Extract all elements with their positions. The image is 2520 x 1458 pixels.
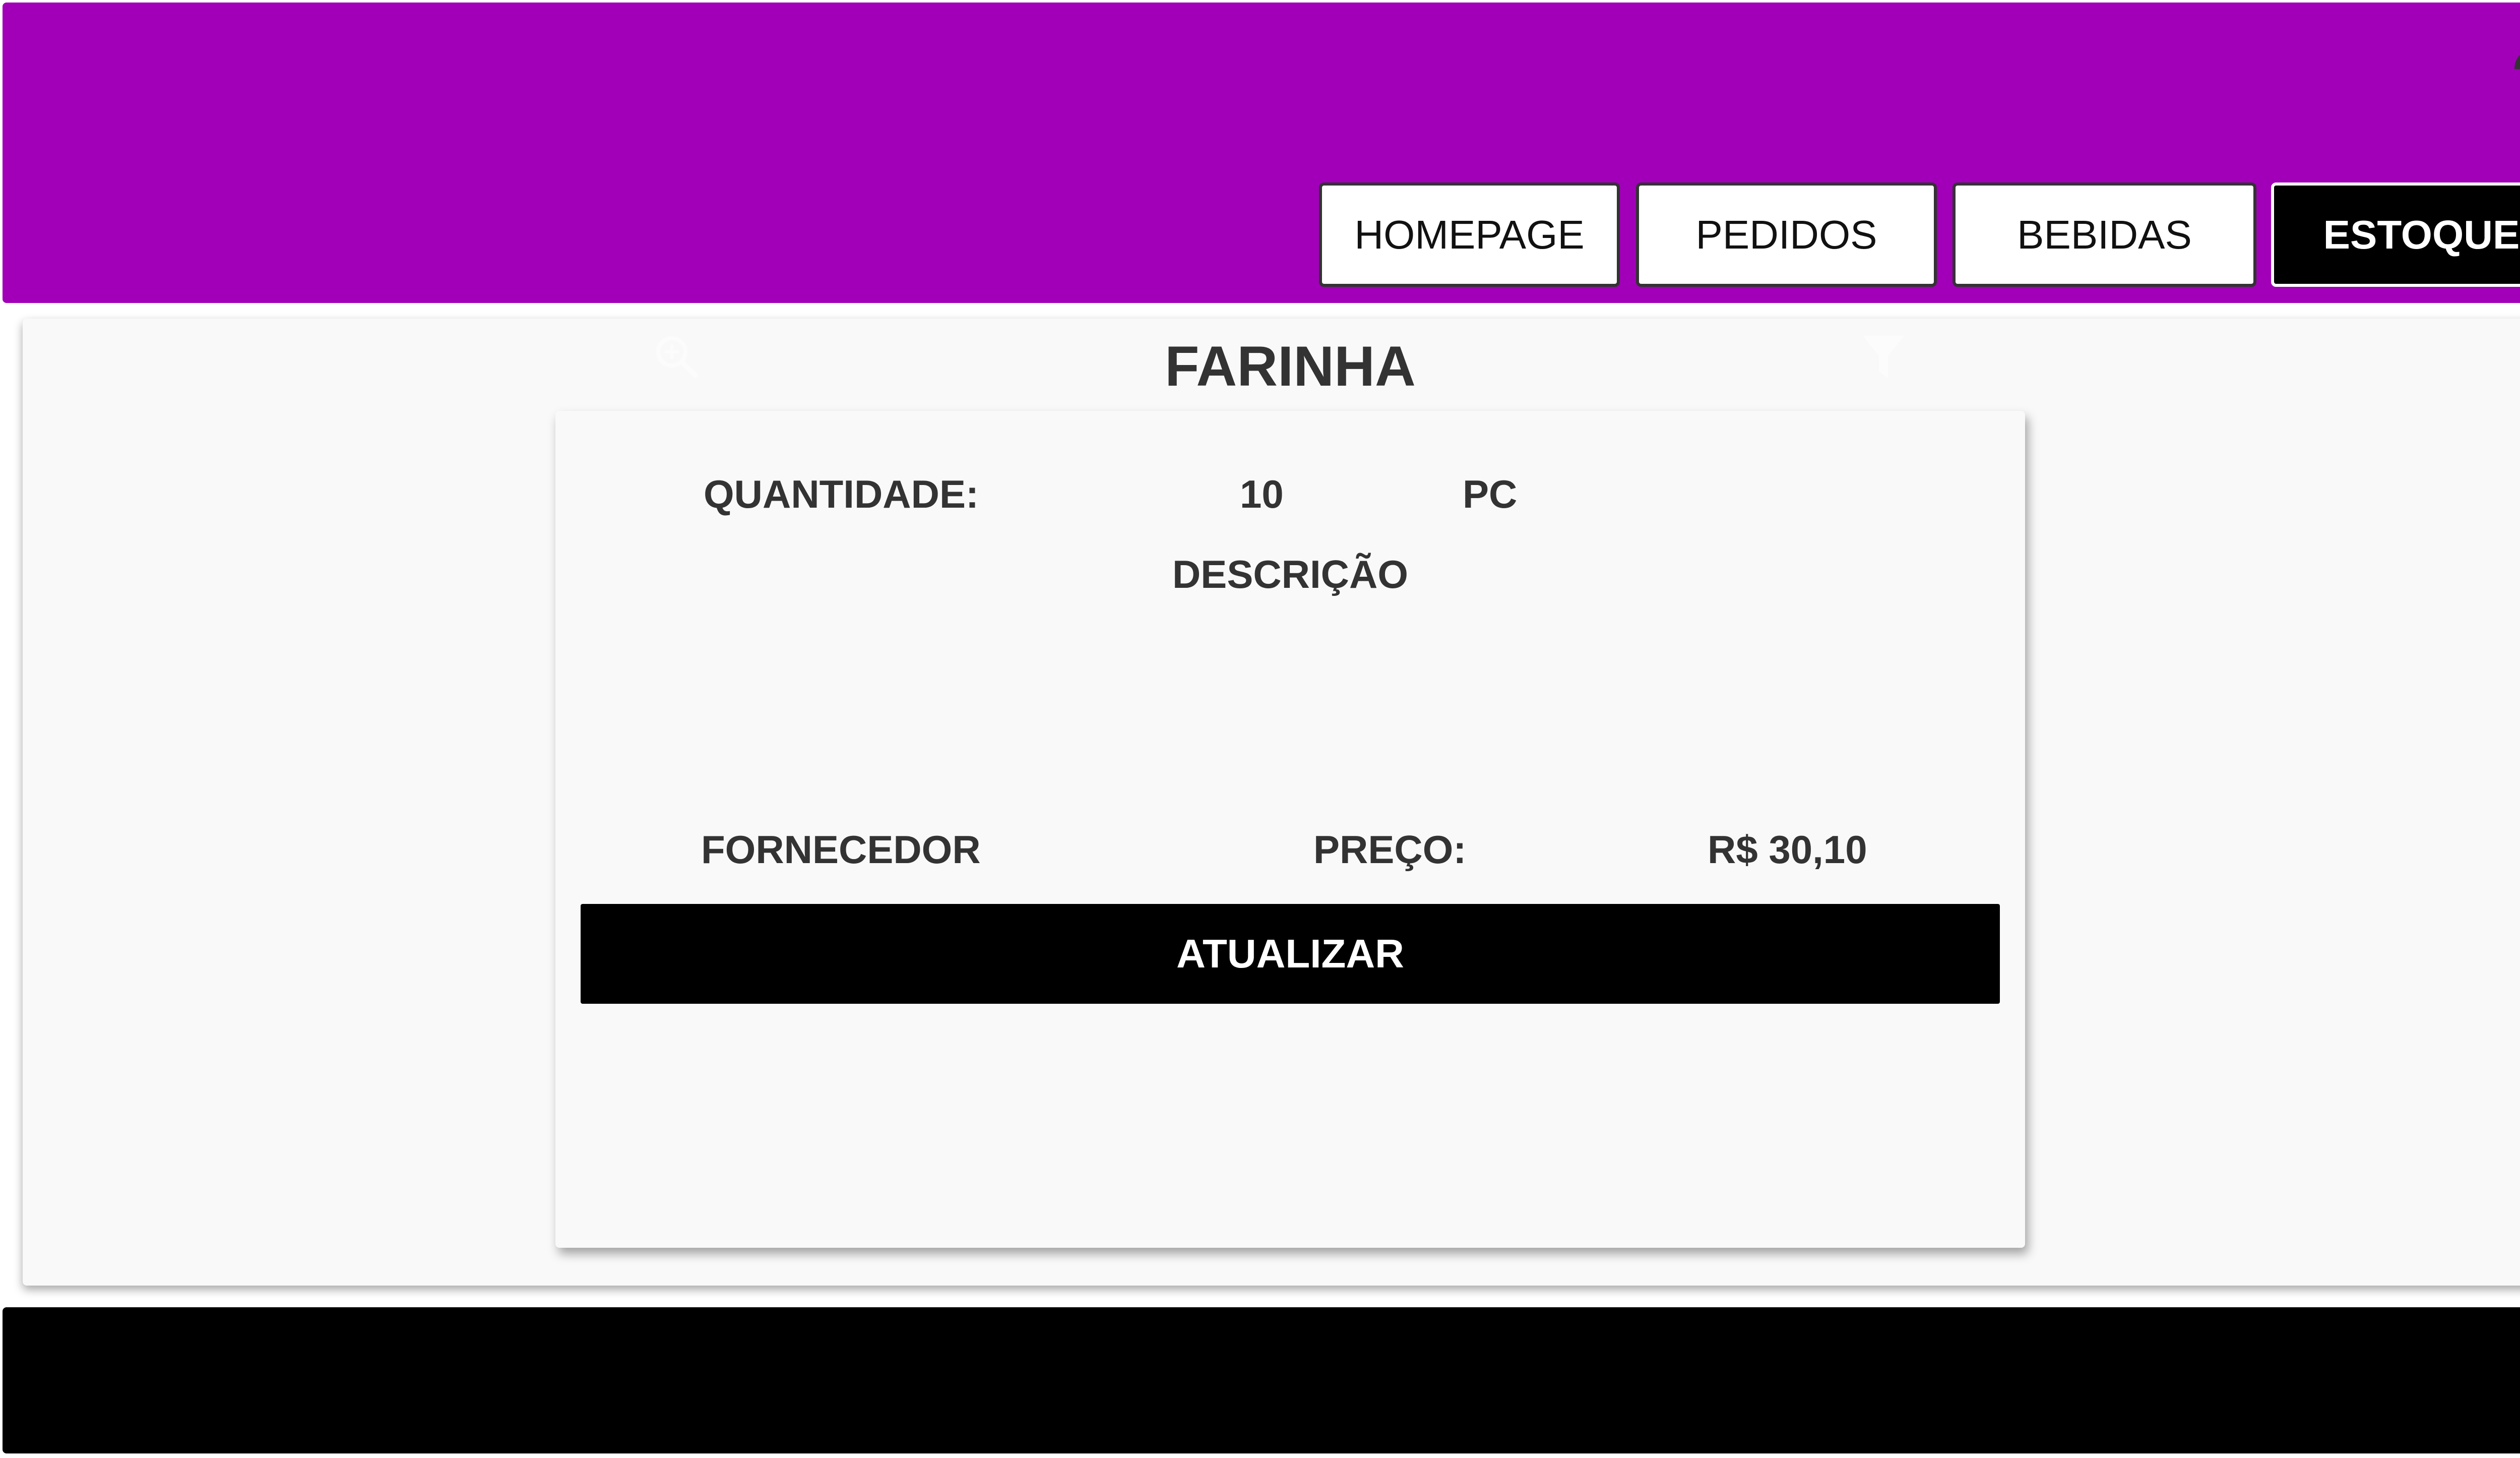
nav-pedidos-button[interactable]: PEDIDOS	[1636, 183, 1937, 287]
user-menu-icon[interactable]	[2512, 18, 2520, 81]
page-title: FARINHA	[1165, 335, 1416, 398]
quantity-value: 10	[1240, 472, 1284, 516]
nav-estoque-button[interactable]: ESTOQUE	[2271, 183, 2520, 287]
nav-bebidas-button[interactable]: BEBIDAS	[1952, 183, 2256, 287]
update-button[interactable]: ATUALIZAR	[581, 904, 2000, 1004]
nav-homepage-button[interactable]: HOMEPAGE	[1319, 183, 1620, 287]
footer-bar	[3, 1307, 2520, 1453]
quantity-unit: PC	[1463, 472, 1518, 516]
supplier-label: FORNECEDOR	[701, 827, 981, 872]
price-label: PREÇO:	[1313, 827, 1467, 872]
price-value: R$ 30,10	[1708, 827, 1867, 872]
quantity-label: QUANTIDADE:	[704, 472, 979, 516]
description-label: DESCRIÇÃO	[1172, 552, 1409, 596]
